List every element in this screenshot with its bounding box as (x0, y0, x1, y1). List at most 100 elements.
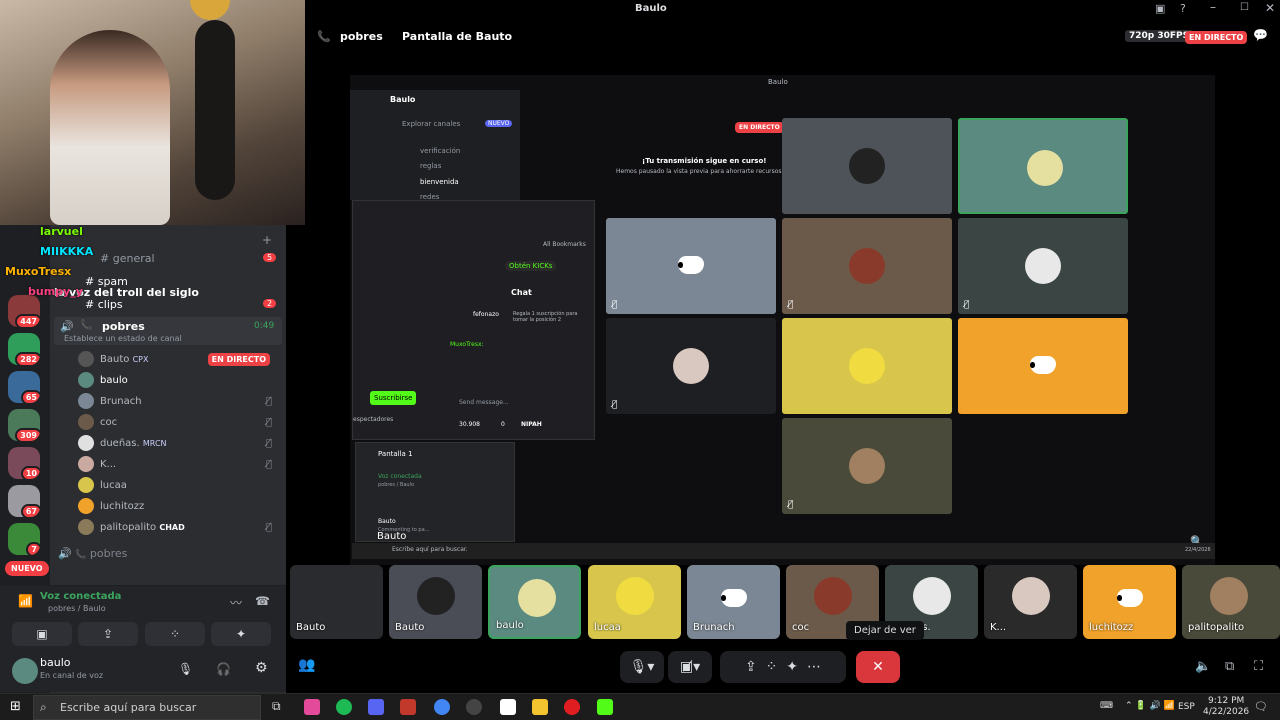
screenshare-button[interactable]: ⇪ (78, 622, 138, 646)
server-icon[interactable]: 309 (8, 409, 40, 441)
participant-tile[interactable]: Brunach (687, 565, 780, 639)
soundboard-button[interactable]: ✦ (211, 622, 271, 646)
voice-member[interactable]: lucaa (78, 475, 278, 495)
notifications-icon[interactable]: 🗨 (1254, 700, 1268, 713)
mic-icon[interactable]: 🎙 (178, 662, 193, 676)
chrome-icon[interactable] (434, 699, 450, 715)
avatar (78, 393, 94, 409)
kick-icon[interactable] (597, 699, 613, 715)
help-icon[interactable]: ? (1180, 2, 1186, 15)
add-channel-icon[interactable]: + (262, 233, 272, 247)
video-tile[interactable] (958, 118, 1128, 214)
fullscreen-icon[interactable]: ⛶ (1254, 659, 1263, 674)
voice-member[interactable]: K... 🎙̸ (78, 454, 278, 474)
close-icon[interactable]: ✕ (1265, 1, 1275, 15)
clock-time[interactable]: 9:12 PM (1208, 696, 1244, 706)
camera-button[interactable]: ▣ (12, 622, 72, 646)
headset-icon[interactable]: 🎧 (216, 662, 231, 676)
voice-status: Voz conectada (40, 591, 122, 602)
tray-icons[interactable]: ⌃ 🔋 🔊 📶 (1125, 701, 1175, 711)
app-icon[interactable] (500, 699, 516, 715)
camera-button[interactable]: ▣̸▾ (668, 651, 712, 683)
activities-button[interactable]: ⁘ (145, 622, 205, 646)
server-icon[interactable]: 67 (8, 485, 40, 517)
share-activities-group[interactable]: ⇪ ⁘ ✦ ⋯ (720, 651, 846, 683)
video-tile[interactable] (782, 118, 952, 214)
spotify-icon[interactable] (336, 699, 352, 715)
mini-discord-panel: Pantalla 1 Voz conectada pobres / Baulo … (355, 442, 515, 542)
clock-date[interactable]: 4/22/2026 (1203, 707, 1249, 717)
voice-member[interactable]: Bauto CPX EN DIRECTO (78, 349, 278, 369)
discord-icon (721, 589, 747, 607)
disconnect-icon[interactable]: ☎ (255, 594, 270, 608)
avatar (849, 348, 885, 384)
voice-channel-pobres-2[interactable]: 🔊 📞 pobres (58, 547, 127, 560)
new-badge: NUEVO (485, 120, 513, 127)
stop-watching-button[interactable]: ✕ (856, 651, 900, 683)
app-icon[interactable] (304, 699, 320, 715)
voice-member[interactable]: dueñas. MRCN 🎙̸ (78, 433, 278, 453)
discord-icon[interactable] (368, 699, 384, 715)
voice-sub: pobres / Baulo (48, 604, 106, 613)
video-tile[interactable]: 🎙̸ (606, 218, 776, 314)
discord-icon (1117, 589, 1143, 607)
inbox-icon[interactable]: ▣ (1155, 2, 1165, 15)
search-icon: ⌕ (40, 700, 47, 714)
status-placeholder[interactable]: Establece un estado de canal (64, 334, 182, 343)
voice-channel-pobres[interactable]: 🔊 📞 pobres 0:49 Establece un estado de c… (54, 317, 282, 345)
folder-icon[interactable] (532, 699, 548, 715)
participant-tile[interactable]: Bauto (290, 565, 383, 639)
voice-member[interactable]: coc 🎙̸ (78, 412, 278, 432)
chat-icon[interactable]: 💬 (1253, 28, 1268, 42)
video-tile[interactable]: 🎙̸ (782, 218, 952, 314)
signal-icon[interactable]: 📶 (18, 594, 33, 608)
participant-tile[interactable]: palitopalito (1182, 565, 1280, 639)
voice-member[interactable]: luchitozz (78, 496, 278, 516)
opera-icon[interactable] (564, 699, 580, 715)
app-icon[interactable] (466, 699, 482, 715)
inner-server-name: Baulo (390, 95, 416, 104)
maximize-icon[interactable]: ☐ (1240, 2, 1249, 13)
server-icon[interactable]: 65 (8, 371, 40, 403)
participant-tile[interactable]: baulo (488, 565, 581, 639)
video-tile[interactable]: 🎙̸ (958, 218, 1128, 314)
minimize-icon[interactable]: – (1210, 0, 1216, 14)
app-icon[interactable] (400, 699, 416, 715)
voice-member[interactable]: Brunach 🎙̸ (78, 391, 278, 411)
call-channel-name[interactable]: pobres (340, 30, 383, 43)
participant-tile[interactable]: Bauto (389, 565, 482, 639)
server-icon[interactable]: 7 (8, 523, 40, 555)
avatar (913, 577, 951, 615)
server-badge: 10 (20, 466, 40, 479)
server-icon[interactable]: 282 (8, 333, 40, 365)
language[interactable]: ESP (1178, 702, 1195, 712)
voice-member[interactable]: palitopalito CHAD 🎙̸ (78, 517, 278, 537)
server-badge: 67 (20, 504, 40, 517)
live-badge: EN DIRECTO (735, 122, 784, 133)
window-title: Baulo (635, 3, 667, 14)
mic-button[interactable]: 🎙▾ (620, 651, 664, 683)
popout-icon[interactable]: ⧉ (1225, 659, 1234, 674)
discord-icon (678, 256, 704, 274)
avatar[interactable] (12, 658, 38, 684)
participant-tile[interactable]: luchitozz (1083, 565, 1176, 639)
video-tile[interactable] (958, 318, 1128, 414)
taskbar-search[interactable]: ⌕ Escribe aquí para buscar (33, 695, 261, 720)
participant-tile[interactable]: lucaa (588, 565, 681, 639)
start-icon[interactable]: ⊞ (10, 699, 21, 714)
inner-channel: reglas (420, 162, 442, 170)
settings-icon[interactable]: ⚙ (255, 660, 268, 676)
keyboard-icon[interactable]: ⌨ (1100, 701, 1113, 711)
task-view-icon[interactable]: ⧉ (272, 699, 281, 714)
participant-tile[interactable]: K... (984, 565, 1077, 639)
server-icon[interactable]: 10 (8, 447, 40, 479)
muted-icon: 🎙̸ (964, 300, 970, 310)
add-people-icon[interactable]: 👥 (298, 657, 315, 673)
video-tile[interactable]: 🎙̸ (606, 318, 776, 414)
noise-icon[interactable]: 〰 (230, 594, 242, 611)
volume-icon[interactable]: 🔈 (1195, 659, 1211, 674)
voice-member[interactable]: baulo (78, 370, 278, 390)
video-tile[interactable] (782, 318, 952, 414)
member-tag: CPX (132, 354, 149, 364)
video-tile[interactable]: 🎙̸ (782, 418, 952, 514)
